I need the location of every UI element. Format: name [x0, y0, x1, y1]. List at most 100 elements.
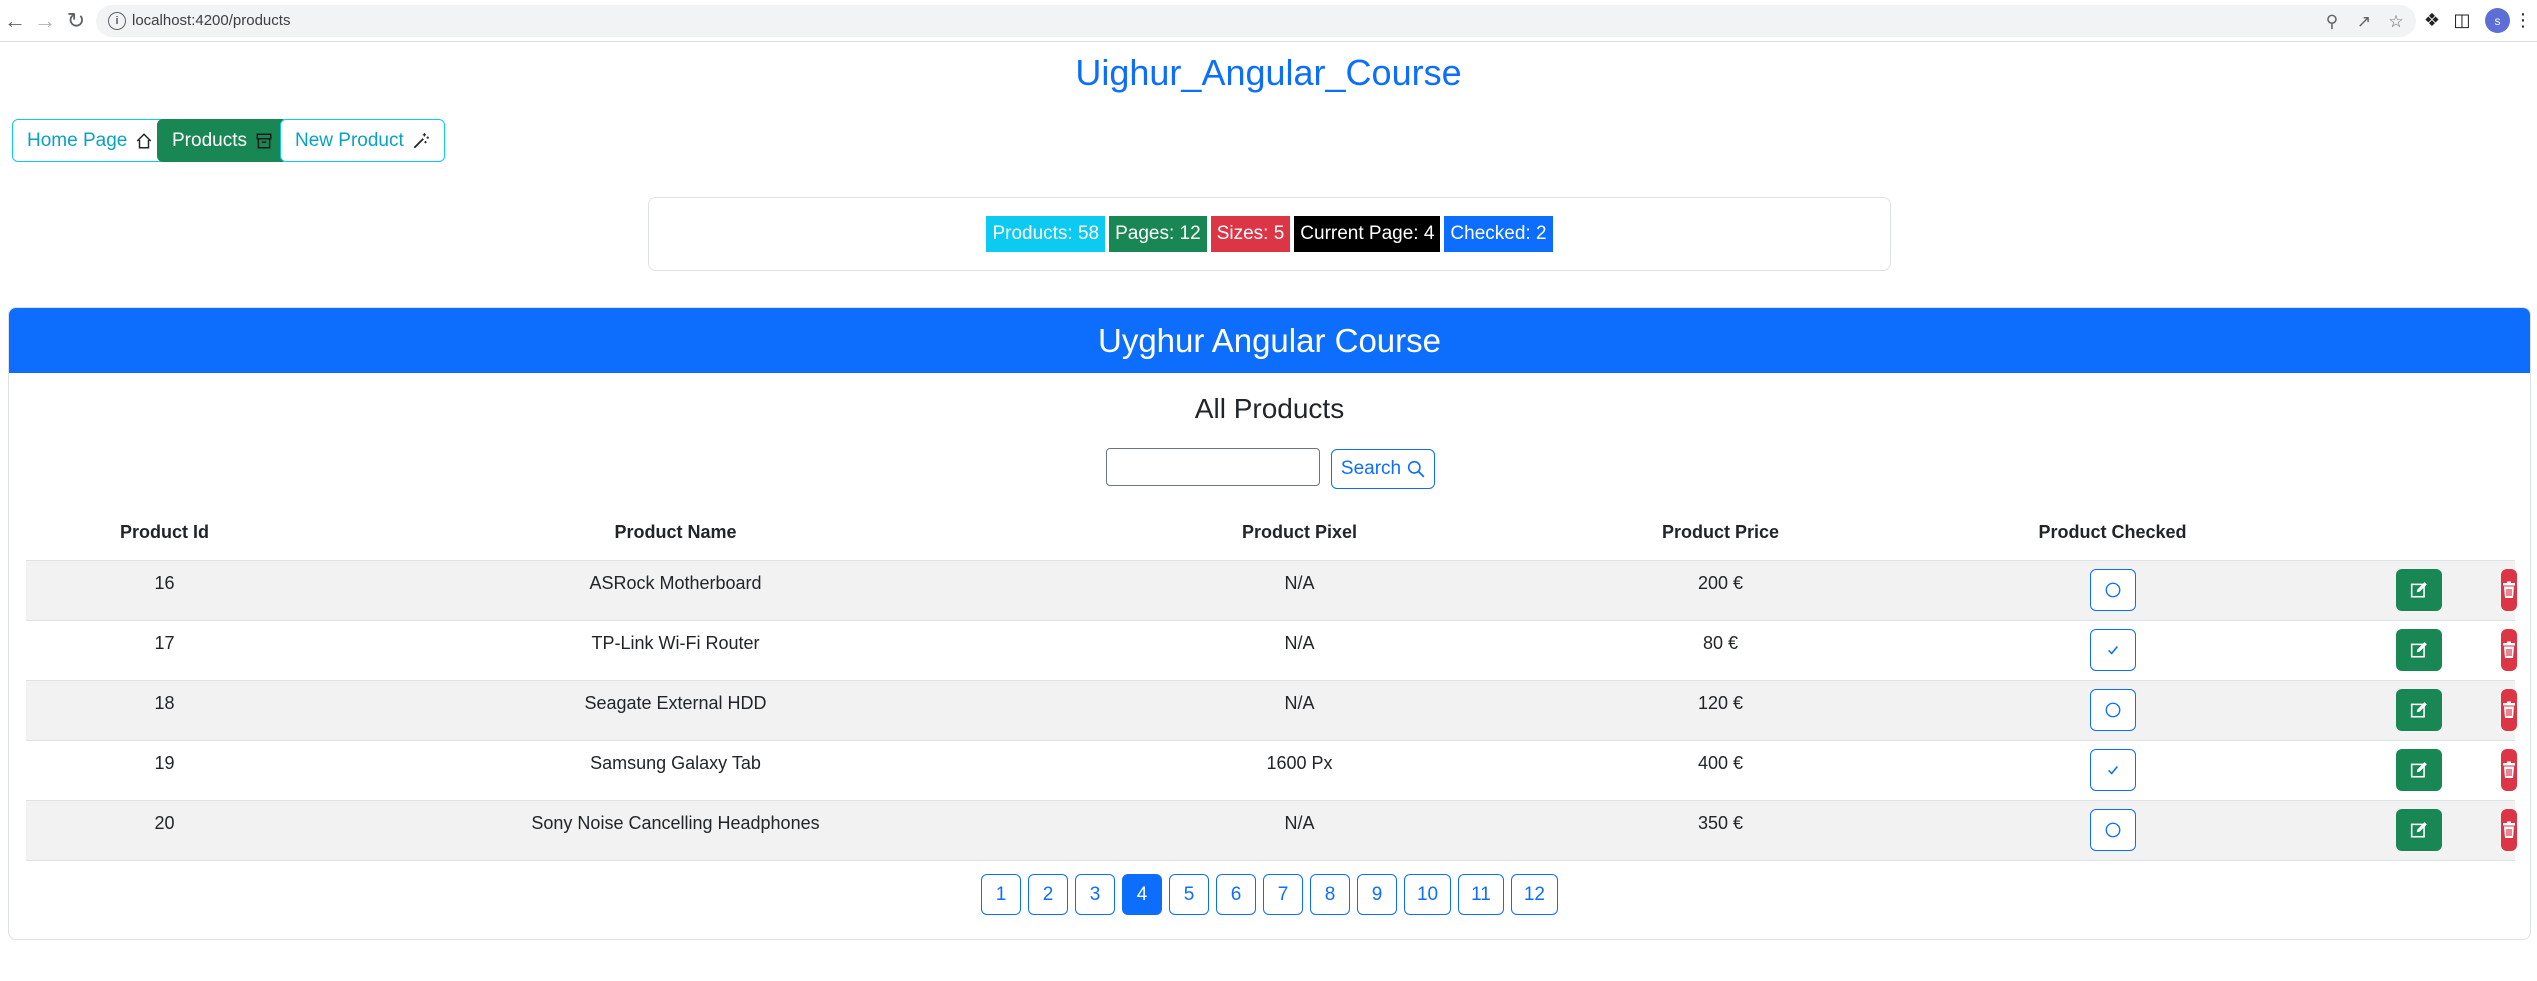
extensions-puzzle-icon[interactable]: ❖ — [2418, 6, 2446, 34]
page-button-9[interactable]: 9 — [1356, 874, 1397, 915]
pencil-square-icon — [2410, 821, 2427, 838]
product-price-cell: 350 € — [1697, 813, 1744, 833]
product-checked-cell — [1890, 801, 2335, 860]
table-row: 16 ASRock Motherboard N/A 200 € — [26, 561, 2517, 621]
page-button-7[interactable]: 7 — [1262, 874, 1303, 915]
delete-button[interactable] — [2501, 628, 2517, 671]
edit-button[interactable] — [2396, 748, 2442, 791]
product-price-cell: 80 € — [1702, 633, 1739, 653]
product-name-cell: TP-Link Wi-Fi Router — [591, 633, 760, 653]
products-button[interactable]: Products — [157, 119, 288, 162]
delete-button[interactable] — [2501, 808, 2517, 851]
site-info-icon[interactable]: i — [108, 12, 126, 30]
product-id-cell: 16 — [154, 573, 175, 593]
page-button-12[interactable]: 12 — [1510, 874, 1558, 915]
pagination: 1 2 3 4 5 6 7 8 9 10 11 12 — [9, 874, 2530, 915]
stats-card: Products: 58 Pages: 12 Sizes: 5 Current … — [648, 197, 1891, 271]
new-product-label: New Product — [295, 129, 404, 151]
product-pixel-cell: N/A — [1284, 813, 1315, 833]
delete-cell — [2501, 681, 2517, 740]
delete-button[interactable] — [2501, 568, 2517, 611]
delete-cell — [2501, 561, 2517, 620]
home-page-button[interactable]: Home Page — [12, 119, 169, 162]
menu-kebab-icon[interactable]: ⋮ — [2513, 6, 2533, 34]
toggle-checked-button[interactable] — [2089, 688, 2136, 731]
sizes-badge: Sizes: 5 — [1210, 216, 1291, 252]
delete-button[interactable] — [2501, 688, 2517, 731]
product-pixel-cell: N/A — [1284, 573, 1315, 593]
product-id-cell: 20 — [154, 813, 175, 833]
url-text: localhost:4200/products — [132, 12, 291, 29]
products-table: Product Id Product Name Product Pixel Pr… — [26, 505, 2517, 861]
trash-icon — [2503, 821, 2515, 838]
table-row: 19 Samsung Galaxy Tab 1600 Px 400 € — [26, 741, 2517, 801]
current-page-badge: Current Page: 4 — [1294, 216, 1441, 252]
pencil-square-icon — [2410, 641, 2427, 658]
delete-button[interactable] — [2501, 748, 2517, 791]
pencil-square-icon — [2410, 761, 2427, 778]
pencil-square-icon — [2410, 581, 2427, 598]
edit-cell — [2335, 561, 2503, 620]
product-name-cell: Seagate External HDD — [584, 693, 767, 713]
trash-icon — [2503, 581, 2515, 598]
edit-button[interactable] — [2396, 628, 2442, 671]
edit-cell — [2335, 741, 2503, 800]
column-header-price: Product Price — [1661, 522, 1780, 542]
address-bar[interactable]: i localhost:4200/products ⚲ ↗ ☆ — [96, 5, 2416, 37]
reload-icon[interactable]: ↻ — [61, 6, 91, 36]
table-row: 18 Seagate External HDD N/A 120 € — [26, 681, 2517, 741]
edit-cell — [2335, 801, 2503, 860]
magic-wand-icon — [413, 132, 429, 148]
archive-icon — [256, 133, 272, 148]
search-button-label: Search — [1340, 458, 1402, 479]
profile-avatar[interactable]: s — [2485, 8, 2510, 33]
delete-cell — [2501, 621, 2517, 680]
delete-cell — [2501, 801, 2517, 860]
product-checked-cell — [1890, 681, 2335, 740]
products-card: Uyghur Angular Course All Products Searc… — [8, 307, 2531, 940]
page-button-2[interactable]: 2 — [1027, 874, 1068, 915]
side-panel-icon[interactable]: ◫ — [2448, 6, 2476, 34]
share-icon[interactable]: ↗ — [2353, 11, 2375, 33]
page-button-1[interactable]: 1 — [980, 874, 1021, 915]
edit-button[interactable] — [2396, 568, 2442, 611]
product-price-cell: 200 € — [1697, 573, 1744, 593]
product-id-cell: 18 — [154, 693, 175, 713]
product-name-cell: Samsung Galaxy Tab — [590, 753, 761, 773]
toggle-checked-button[interactable] — [2089, 568, 2136, 611]
edit-button[interactable] — [2396, 688, 2442, 731]
zoom-icon[interactable]: ⚲ — [2321, 11, 2343, 33]
edit-button[interactable] — [2396, 808, 2442, 851]
new-product-button[interactable]: New Product — [280, 119, 445, 162]
page-button-5[interactable]: 5 — [1168, 874, 1209, 915]
trash-icon — [2503, 641, 2515, 658]
pencil-square-icon — [2410, 701, 2427, 718]
bookmark-star-icon[interactable]: ☆ — [2385, 11, 2407, 33]
pages-count-badge: Pages: 12 — [1109, 216, 1207, 252]
checked-count-badge: Checked: 2 — [1444, 216, 1553, 252]
trash-icon — [2503, 761, 2515, 778]
toggle-checked-button[interactable] — [2089, 628, 2136, 671]
back-arrow-icon[interactable]: ← — [0, 6, 30, 36]
search-button[interactable]: Search — [1331, 449, 1435, 489]
circle-icon — [2105, 582, 2120, 597]
product-price-cell: 120 € — [1697, 693, 1744, 713]
forward-arrow-icon[interactable]: → — [30, 6, 60, 36]
product-pixel-cell: N/A — [1284, 633, 1315, 653]
page-button-8[interactable]: 8 — [1309, 874, 1350, 915]
page-button-10[interactable]: 10 — [1403, 874, 1452, 915]
toggle-checked-button[interactable] — [2089, 808, 2136, 851]
products-label: Products — [172, 129, 247, 151]
trash-icon — [2503, 701, 2515, 718]
column-header-checked: Product Checked — [2038, 522, 2187, 542]
page-button-3[interactable]: 3 — [1074, 874, 1115, 915]
home-page-label: Home Page — [27, 129, 128, 151]
product-id-cell: 17 — [154, 633, 175, 653]
page-button-11[interactable]: 11 — [1458, 874, 1504, 915]
page-button-6[interactable]: 6 — [1215, 874, 1256, 915]
page-button-4[interactable]: 4 — [1121, 874, 1162, 915]
product-name-cell: Sony Noise Cancelling Headphones — [531, 813, 820, 833]
toggle-checked-button[interactable] — [2089, 748, 2136, 791]
check-icon — [2107, 765, 2118, 775]
search-input[interactable] — [1106, 448, 1320, 486]
